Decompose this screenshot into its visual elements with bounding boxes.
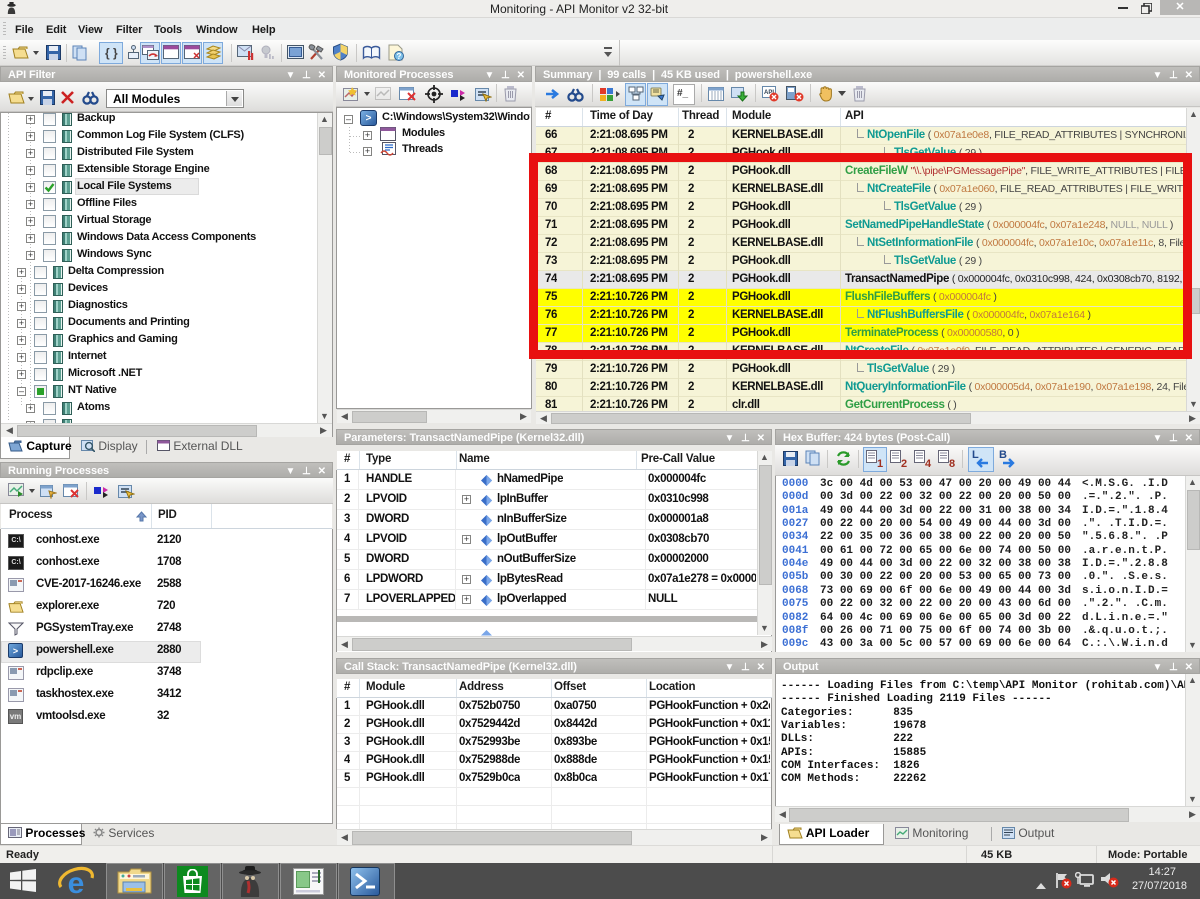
svg-text:?: ? <box>397 52 402 61</box>
